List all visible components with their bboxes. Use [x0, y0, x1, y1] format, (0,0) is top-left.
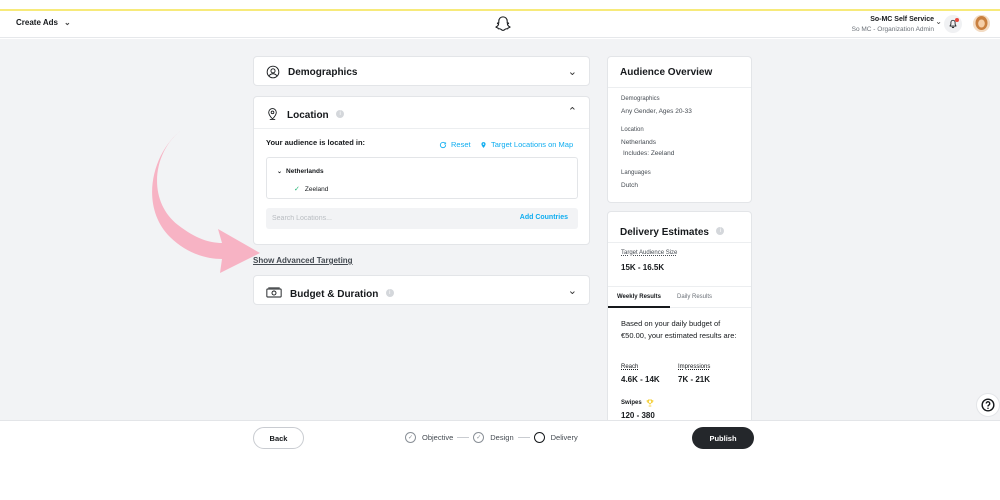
check-icon: ✓ [294, 186, 300, 193]
results-tabs: Weekly Results Daily Results [608, 286, 751, 308]
budget-title: Budget & Duration [290, 289, 379, 300]
map-pin-icon [481, 141, 486, 148]
demographics-title: Demographics [288, 66, 358, 78]
list-item[interactable]: ⌄ Netherlands [277, 168, 324, 175]
money-icon [266, 287, 282, 298]
chevron-down-icon[interactable]: ⌄ [568, 284, 577, 297]
location-section: Location i ⌃ Your audience is located in… [253, 96, 590, 245]
user-avatar-icon [973, 15, 990, 32]
divider [608, 87, 751, 88]
audience-overview-panel: Audience Overview Demographics Any Gende… [607, 56, 752, 203]
footer-bar: Back ✓ Objective ✓ Design Delivery Publi… [0, 420, 1000, 500]
swipes-label-row: Swipes [621, 399, 654, 407]
impressions-label: Impressions [678, 364, 711, 370]
account-org: So MC - Organization Admin [851, 26, 934, 33]
create-ads-menu[interactable]: Create Ads ⌄ [16, 18, 71, 27]
step-connector [517, 437, 530, 438]
divider [254, 128, 589, 129]
step-connector [457, 437, 470, 438]
divider [608, 242, 751, 243]
create-ads-label: Create Ads [16, 18, 58, 27]
overview-languages-value: Dutch [621, 182, 638, 189]
target-audience-size-value: 15K - 16.5K [621, 263, 665, 272]
top-bar: Create Ads ⌄ So-MC Self Service So MC - … [0, 11, 1000, 38]
budget-duration-section[interactable]: Budget & Duration i ⌄ [253, 275, 590, 305]
overview-location-value: Netherlands [621, 139, 657, 146]
main-content: Demographics ⌄ Location i ⌃ Your audienc… [0, 39, 1000, 420]
info-icon[interactable]: i [336, 109, 345, 118]
step-delivery[interactable]: Delivery [533, 432, 578, 443]
notification-badge [955, 18, 959, 22]
target-map-label: Target Locations on Map [491, 140, 574, 149]
step-objective[interactable]: ✓ Objective [405, 432, 453, 443]
back-button[interactable]: Back [253, 427, 304, 449]
overview-demographics-label: Demographics [621, 96, 660, 102]
check-circle-icon: ✓ [473, 432, 485, 443]
account-switcher[interactable]: So-MC Self Service So MC - Organization … [852, 15, 934, 35]
avatar[interactable] [973, 15, 990, 32]
country-label: Netherlands [286, 168, 324, 175]
list-item[interactable]: ✓ Zeeland [294, 185, 329, 194]
active-tab-indicator [608, 306, 670, 308]
chevron-down-icon: ⌄ [277, 169, 283, 175]
delivery-estimates-title: Delivery Estimates [620, 227, 709, 238]
tab-weekly-results[interactable]: Weekly Results [617, 294, 661, 300]
overview-languages-label: Languages [621, 170, 651, 176]
swipes-value: 120 - 380 [621, 411, 655, 420]
swipes-label: Swipes [621, 400, 642, 406]
user-circle-icon [266, 65, 280, 79]
budget-estimate-text: Based on your daily budget of €50.00, yo… [621, 319, 737, 340]
publish-button[interactable]: Publish [692, 427, 754, 449]
chevron-down-icon: ⌄ [63, 18, 71, 27]
add-countries-button[interactable]: Add Countries [520, 214, 568, 221]
selected-locations-list: ⌄ Netherlands ✓ Zeeland [266, 157, 578, 199]
account-name: So-MC Self Service [870, 16, 934, 23]
chevron-down-icon[interactable]: ⌄ [568, 65, 577, 78]
audience-overview-title: Audience Overview [620, 67, 713, 78]
question-icon [981, 398, 995, 412]
progress-steps: ✓ Objective ✓ Design Delivery [405, 432, 578, 443]
step-objective-label: Objective [422, 433, 454, 442]
annotation-arrow [152, 129, 260, 273]
trophy-icon [646, 399, 654, 407]
chevron-up-icon[interactable]: ⌃ [568, 105, 577, 118]
reset-label: Reset [451, 140, 471, 149]
overview-location-label: Location [621, 127, 644, 133]
reach-label: Reach [621, 364, 639, 370]
step-design[interactable]: ✓ Design [473, 432, 514, 443]
circle-icon [533, 432, 545, 443]
demographics-section[interactable]: Demographics ⌄ [253, 56, 590, 86]
map-pin-icon [268, 108, 277, 120]
reach-value: 4.6K - 14K [621, 375, 660, 384]
help-button[interactable] [976, 393, 1000, 417]
info-icon[interactable]: i [716, 226, 725, 235]
step-design-label: Design [490, 433, 514, 442]
snapchat-ghost-icon[interactable] [494, 15, 512, 33]
refresh-icon [439, 141, 447, 148]
target-audience-size-label: Target Audience Size [621, 250, 678, 256]
show-advanced-targeting-link[interactable]: Show Advanced Targeting [253, 256, 353, 265]
region-label: Zeeland [304, 185, 329, 193]
target-locations-on-map-button[interactable]: Target Locations on Map [480, 140, 573, 149]
info-icon[interactable]: i [385, 288, 394, 297]
search-locations-input[interactable] [272, 212, 472, 225]
overview-demographics-value: Any Gender, Ages 20-33 [621, 108, 692, 115]
tab-daily-results[interactable]: Daily Results [677, 294, 712, 300]
location-search-row: Add Countries [266, 208, 578, 229]
notifications-button[interactable] [944, 15, 962, 33]
audience-located-label: Your audience is located in: [266, 138, 366, 147]
impressions-value: 7K - 21K [678, 375, 711, 384]
delivery-estimates-panel: Delivery Estimates i Target Audience Siz… [607, 211, 752, 420]
location-title: Location [287, 110, 329, 121]
reset-button[interactable]: Reset [439, 140, 471, 149]
step-delivery-label: Delivery [550, 433, 578, 442]
check-circle-icon: ✓ [405, 432, 416, 443]
chevron-down-icon[interactable]: ⌄ [935, 17, 942, 26]
overview-location-includes: Includes: Zeeland [623, 150, 675, 157]
